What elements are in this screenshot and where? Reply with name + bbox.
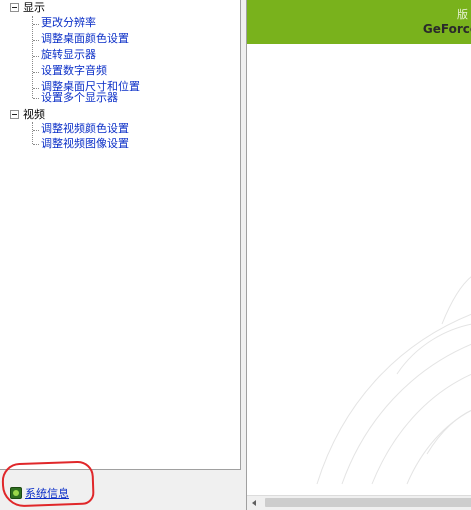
tree-item-label: 调整视频图像设置 xyxy=(41,137,129,150)
banner-product-name: GeForce xyxy=(422,22,471,36)
scroll-left-icon[interactable] xyxy=(252,500,256,506)
nvidia-watermark-logo xyxy=(316,276,471,485)
scrollbar-thumb[interactable] xyxy=(265,498,471,507)
tree-item-label: 更改分辨率 xyxy=(41,16,96,29)
collapse-icon[interactable] xyxy=(10,110,19,119)
tree-connector-line xyxy=(32,16,33,98)
navigation-tree: 显示 更改分辨率 调整桌面颜色设置 旋转显示器 设置数字音频 调整桌面尺寸和位置… xyxy=(0,0,241,470)
tree-item-desktop-color[interactable]: 调整桌面颜色设置 xyxy=(41,31,129,47)
tree-item-label: 旋转显示器 xyxy=(41,48,96,61)
content-pane: 版 GeForce xyxy=(246,0,471,510)
tree-connector-line xyxy=(32,122,33,144)
tree-item-rotate-display[interactable]: 旋转显示器 xyxy=(41,47,96,63)
tree-item-digital-audio[interactable]: 设置数字音频 xyxy=(41,63,107,79)
tree-item-label: 设置多个显示器 xyxy=(41,91,118,104)
tree-item-video-color[interactable]: 调整视频颜色设置 xyxy=(41,121,129,137)
tree-item-multiple-displays[interactable]: 设置多个显示器 xyxy=(41,90,118,106)
nvidia-banner: 版 GeForce xyxy=(247,0,471,44)
red-circle-annotation xyxy=(1,460,95,508)
tree-item-video-image[interactable]: 调整视频图像设置 xyxy=(41,136,129,152)
tree-item-change-resolution[interactable]: 更改分辨率 xyxy=(41,15,96,31)
collapse-icon[interactable] xyxy=(10,3,19,12)
tree-item-label: 设置数字音频 xyxy=(41,64,107,77)
horizontal-scrollbar[interactable] xyxy=(247,495,471,510)
tree-item-label: 调整视频颜色设置 xyxy=(41,122,129,135)
tree-category-label: 显示 xyxy=(23,1,45,14)
tree-item-label: 调整桌面颜色设置 xyxy=(41,32,129,45)
banner-version-text: 版 xyxy=(457,8,468,21)
